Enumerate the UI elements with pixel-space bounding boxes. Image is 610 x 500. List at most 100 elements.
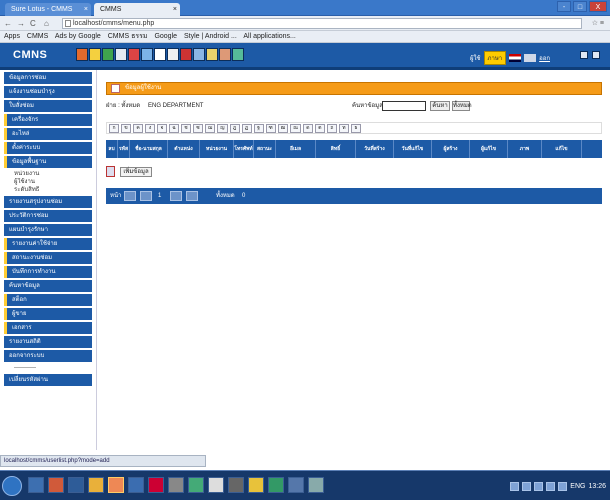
- column-header[interactable]: สิทธิ์: [316, 140, 356, 158]
- sidebar-item[interactable]: ประวัติการซ่อม: [4, 210, 92, 222]
- alphabet-letter[interactable]: ฐ: [253, 123, 264, 133]
- window-icon[interactable]: [580, 51, 588, 59]
- alphabet-letter[interactable]: ข: [121, 123, 131, 133]
- star-icon[interactable]: ☆ ≡: [592, 18, 604, 29]
- network-icon[interactable]: [522, 481, 532, 491]
- sidebar-item[interactable]: อะไหล่: [4, 128, 92, 140]
- close-tab-icon[interactable]: ×: [173, 3, 177, 16]
- department-select[interactable]: ENG DEPARTMENT: [148, 100, 203, 112]
- app-icon-4[interactable]: [168, 477, 184, 493]
- report-icon[interactable]: [180, 48, 192, 61]
- sidebar-item[interactable]: รายงานสรุปงานซ่อม: [4, 196, 92, 208]
- box-icon[interactable]: [141, 48, 153, 61]
- explorer-icon[interactable]: [28, 477, 44, 493]
- alphabet-letter[interactable]: ด: [302, 123, 313, 133]
- sidebar-item[interactable]: แจ้งงานซ่อมบำรุง: [4, 86, 92, 98]
- alphabet-letter[interactable]: ฑ: [265, 123, 276, 133]
- doc-icon[interactable]: [76, 48, 88, 61]
- column-header[interactable]: อีเมล: [276, 140, 316, 158]
- alphabet-letter[interactable]: ฏ: [241, 123, 252, 133]
- lang-badge[interactable]: ภาษา: [483, 51, 507, 65]
- flag-icon[interactable]: [558, 481, 568, 491]
- sidebar-item[interactable]: -----------: [4, 364, 92, 372]
- home-icon[interactable]: ⌂: [44, 18, 49, 29]
- bookmark-item[interactable]: CMMS: [27, 33, 48, 40]
- sidebar-item[interactable]: รายงานสถิติ: [4, 336, 92, 348]
- alphabet-letter[interactable]: ธ: [350, 123, 361, 133]
- people-icon[interactable]: [219, 48, 231, 61]
- sidebar-item[interactable]: รายงานค่าใช้จ่าย: [4, 238, 92, 250]
- sidebar-item[interactable]: แผนบำรุงรักษา: [4, 224, 92, 236]
- url-field[interactable]: localhost/cmms/menu.php: [62, 18, 582, 29]
- alphabet-letter[interactable]: ก: [109, 123, 119, 133]
- back-icon[interactable]: ←: [4, 18, 12, 29]
- group-icon[interactable]: [128, 48, 140, 61]
- clock[interactable]: 13:26: [588, 483, 606, 490]
- mail-icon[interactable]: [115, 48, 127, 61]
- column-header[interactable]: วันที่แก้ไข: [394, 140, 432, 158]
- browser-tab-2[interactable]: CMMS ×: [94, 3, 180, 16]
- column-header[interactable]: โทรศัพท์: [234, 140, 254, 158]
- bookmark-item[interactable]: Style | Android ...: [184, 33, 237, 40]
- alphabet-letter[interactable]: ฌ: [205, 123, 216, 133]
- column-header[interactable]: วันที่สร้าง: [356, 140, 394, 158]
- sidebar-item[interactable]: หน่วยงาน: [4, 170, 92, 178]
- show-all-button[interactable]: ทั้งหมด: [452, 101, 472, 111]
- app-icon-9[interactable]: [288, 477, 304, 493]
- sidebar-item[interactable]: ข้อมูลพื้นฐาน: [4, 156, 92, 168]
- minimize-icon[interactable]: -: [557, 1, 571, 12]
- sidebar-item[interactable]: ผู้ขาย: [4, 308, 92, 320]
- sidebar-item[interactable]: สถานะงานซ่อม: [4, 252, 92, 264]
- app-icon-10[interactable]: [308, 477, 324, 493]
- column-header[interactable]: ตำแหน่ง: [168, 140, 200, 158]
- close-icon[interactable]: X: [589, 1, 607, 12]
- app-icon[interactable]: [68, 477, 84, 493]
- app-icon-2[interactable]: [128, 477, 144, 493]
- page-number[interactable]: 1: [158, 188, 161, 204]
- sidebar-item[interactable]: สต็อก: [4, 294, 92, 306]
- chart-icon[interactable]: [102, 48, 114, 61]
- bookmark-item[interactable]: All applications...: [243, 33, 296, 40]
- column-header[interactable]: แก้ไข: [542, 140, 582, 158]
- alphabet-letter[interactable]: ท: [338, 123, 349, 133]
- column-header[interactable]: ผู้สร้าง: [432, 140, 470, 158]
- prev-page-button[interactable]: [140, 191, 152, 201]
- alphabet-letter[interactable]: ถ: [326, 123, 337, 133]
- close-tab-icon[interactable]: ×: [84, 3, 88, 16]
- sidebar-item[interactable]: ออกจากระบบ: [4, 350, 92, 362]
- alphabet-letter[interactable]: ต: [314, 123, 325, 133]
- alphabet-letter[interactable]: ช: [181, 123, 191, 133]
- app-icon-8[interactable]: [268, 477, 284, 493]
- sidebar-item[interactable]: เครื่องจักร: [4, 114, 92, 126]
- search-input[interactable]: [382, 101, 426, 111]
- add-button[interactable]: เพิ่มข้อมูล: [120, 167, 152, 177]
- language-indicator[interactable]: ENG: [570, 483, 585, 490]
- bookmark-item[interactable]: Google: [154, 33, 177, 40]
- alphabet-letter[interactable]: ฒ: [277, 123, 289, 133]
- column-header[interactable]: หน่วยงาน: [200, 140, 234, 158]
- app-icon-6[interactable]: [228, 477, 244, 493]
- sidebar-item[interactable]: ค้นหาข้อมูล: [4, 280, 92, 292]
- bookmark-item[interactable]: CMMS ธรรม: [108, 33, 148, 40]
- keyboard-icon[interactable]: [510, 481, 520, 491]
- sidebar-item[interactable]: เปลี่ยนรหัสผ่าน: [4, 374, 92, 386]
- column-header[interactable]: ภาพ: [508, 140, 542, 158]
- forward-icon[interactable]: →: [17, 18, 25, 29]
- flag-icon-2[interactable]: [524, 54, 537, 62]
- first-page-button[interactable]: [124, 191, 136, 201]
- alphabet-letter[interactable]: ณ: [290, 123, 301, 133]
- battery-icon[interactable]: [546, 481, 556, 491]
- print-icon[interactable]: [193, 48, 205, 61]
- sidebar-item[interactable]: ใบสั่งซ่อม: [4, 100, 92, 112]
- check-icon[interactable]: [232, 48, 244, 61]
- alphabet-letter[interactable]: ญ: [217, 123, 228, 133]
- logout-link[interactable]: ออก: [539, 53, 550, 63]
- app-icon-3[interactable]: [148, 477, 164, 493]
- column-header[interactable]: ชื่อ-นามสกุล: [130, 140, 168, 158]
- flag-icon[interactable]: [509, 54, 522, 62]
- browser-tab-1[interactable]: Sure Lotus - CMMS ×: [5, 3, 91, 16]
- pdf-icon[interactable]: [154, 48, 166, 61]
- sidebar-item[interactable]: ระดับสิทธิ์: [4, 186, 92, 194]
- paint-icon[interactable]: [48, 477, 64, 493]
- sidebar-item[interactable]: บันทึกการทำงาน: [4, 266, 92, 278]
